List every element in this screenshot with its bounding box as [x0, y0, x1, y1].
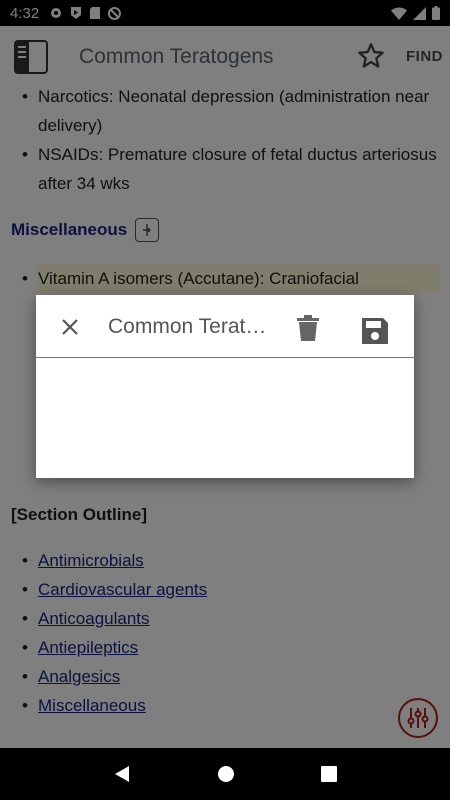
dialog-title: Common Teratogens	[108, 315, 273, 338]
save-icon[interactable]	[361, 317, 389, 345]
notes-dialog: Common Teratogens	[36, 295, 414, 478]
close-icon[interactable]	[60, 317, 80, 337]
trash-icon[interactable]	[296, 315, 320, 341]
dialog-header: Common Teratogens	[36, 295, 414, 358]
dialog-body[interactable]	[36, 358, 414, 478]
home-icon[interactable]	[217, 765, 235, 783]
back-icon[interactable]	[113, 765, 131, 783]
navigation-bar	[0, 748, 450, 800]
recents-icon[interactable]	[321, 766, 337, 782]
